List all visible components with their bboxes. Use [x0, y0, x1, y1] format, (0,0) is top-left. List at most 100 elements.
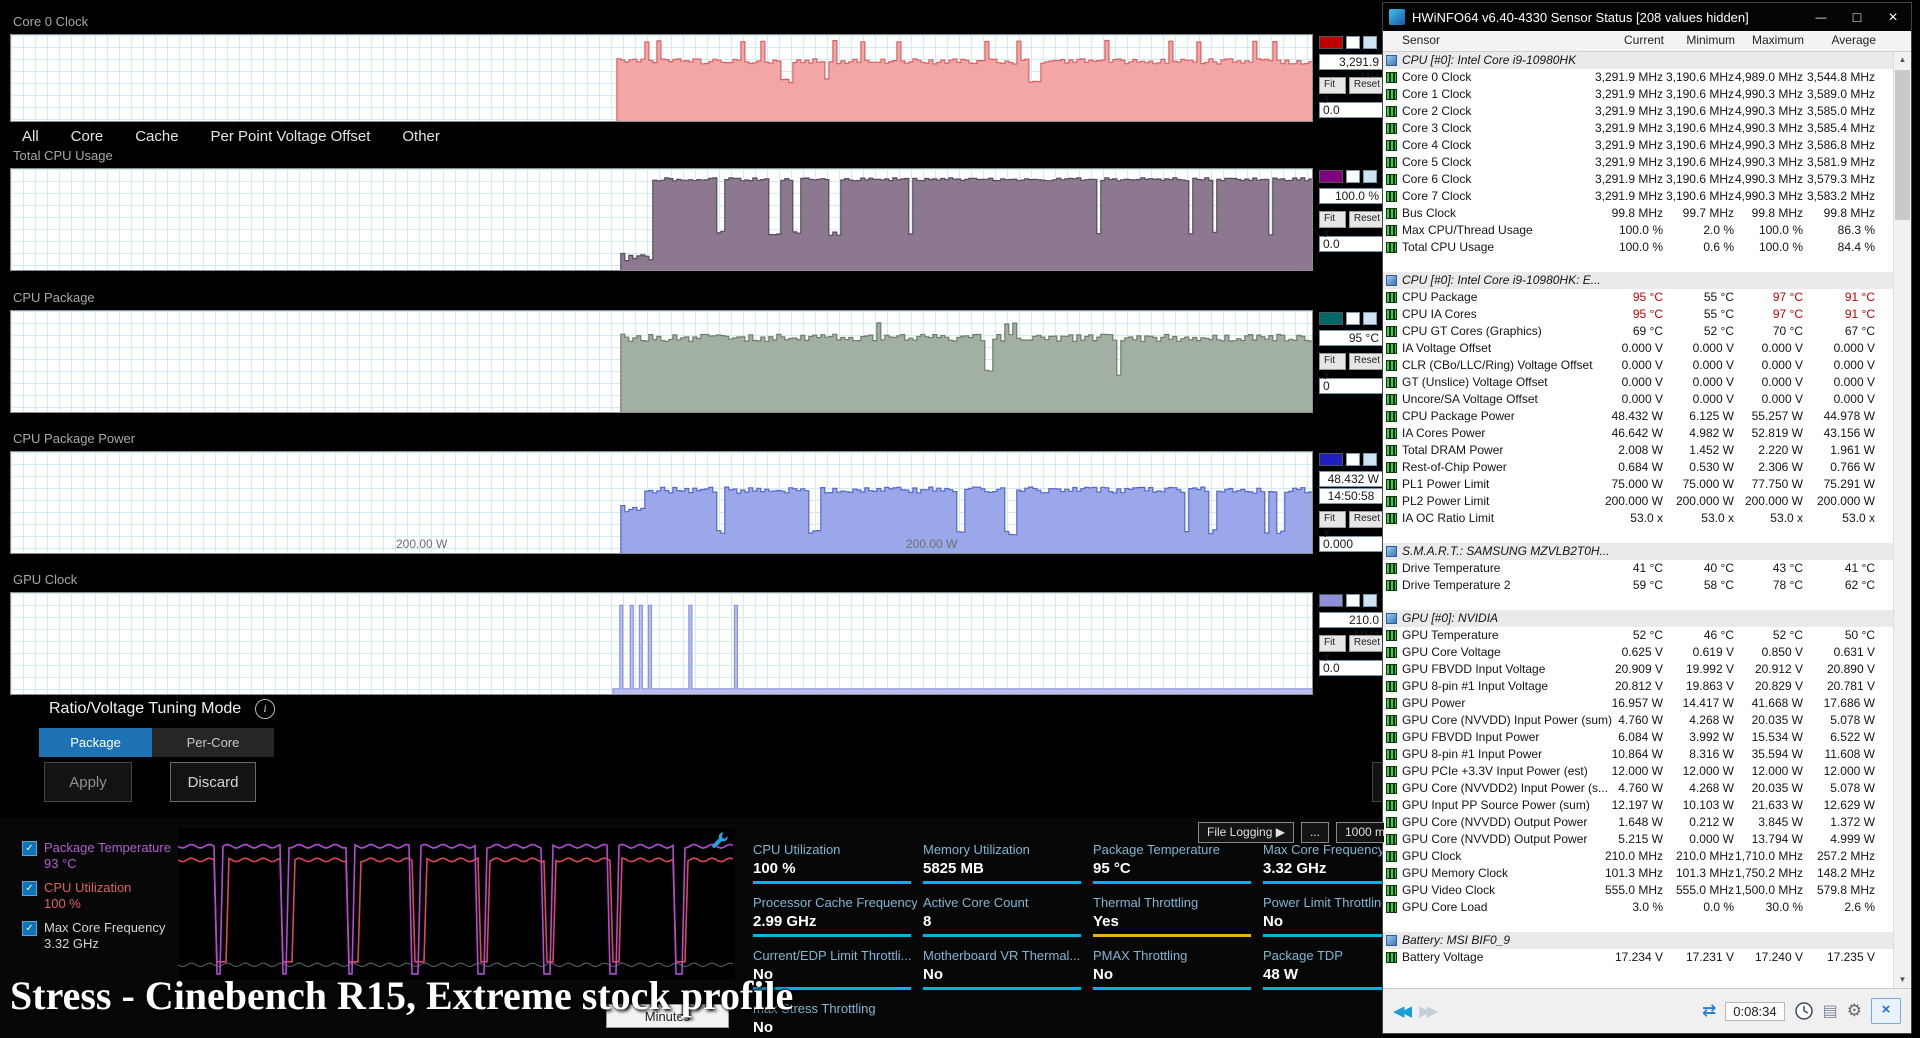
menu-item-cache[interactable]: Cache: [135, 128, 178, 145]
sensor-row[interactable]: Core 6 Clock 3,291.9 MHz 3,190.6 MHz 4,990.…: [1383, 171, 1893, 188]
sensor-row[interactable]: Bus Clock 99.8 MHz 99.7 MHz 99.8 MHz 99.8 MH…: [1383, 205, 1893, 222]
sensor-row[interactable]: PL2 Power Limit 200.000 W 200.000 W 200.000…: [1383, 493, 1893, 510]
graph-color-swatch[interactable]: [1319, 594, 1343, 607]
settings-gear-icon[interactable]: [1847, 1001, 1862, 1021]
sensor-row[interactable]: IA Voltage Offset 0.000 V 0.000 V 0.000 V 0.…: [1383, 340, 1893, 357]
graph-option-box[interactable]: [1346, 170, 1360, 183]
sensor-row[interactable]: GPU Video Clock 555.0 MHz 555.0 MHz 1,500.0…: [1383, 882, 1893, 899]
graph-min-field[interactable]: 0: [1319, 378, 1383, 394]
graph-min-field[interactable]: 0.0: [1319, 660, 1383, 676]
graph-color-swatch[interactable]: [1319, 453, 1343, 466]
sensor-row[interactable]: CPU Package Power 48.432 W 6.125 W 55.257 W…: [1383, 408, 1893, 425]
scroll-thumb[interactable]: [1895, 70, 1910, 220]
sensor-row[interactable]: Battery Voltage 17.234 V 17.231 V 17.240 V 1…: [1383, 949, 1893, 966]
fit-y-button[interactable]: Fit y: [1319, 353, 1346, 380]
sensor-row[interactable]: Drive Temperature 41 °C 40 °C 43 °C 41 °C: [1383, 560, 1893, 577]
scroll-down-icon[interactable]: [1894, 972, 1911, 988]
sensor-row[interactable]: Core 0 Clock 3,291.9 MHz 3,190.6 MHz 4,989.…: [1383, 69, 1893, 86]
graph-min-field[interactable]: 0.0: [1319, 236, 1383, 252]
sensor-row[interactable]: GT (Unslice) Voltage Offset 0.000 V 0.000 …: [1383, 374, 1893, 391]
sensor-section-row[interactable]: CPU [#0]: Intel Core i9-10980HK: E...: [1383, 272, 1893, 289]
sensor-row[interactable]: CLR (CBo/LLC/Ring) Voltage Offset 0.000 V…: [1383, 357, 1893, 374]
reset-button[interactable]: Reset: [1348, 635, 1384, 652]
sensor-row[interactable]: GPU Clock 210.0 MHz 210.0 MHz 1,710.0 MHz 25…: [1383, 848, 1893, 865]
col-sensor[interactable]: Sensor: [1402, 33, 1440, 47]
graph-option-box[interactable]: [1346, 36, 1360, 49]
col-maximum[interactable]: Maximum: [1752, 33, 1804, 47]
graph-option-box[interactable]: [1363, 453, 1377, 466]
apply-button[interactable]: Apply: [44, 762, 132, 802]
sensor-row[interactable]: Core 3 Clock 3,291.9 MHz 3,190.6 MHz 4,990.…: [1383, 120, 1893, 137]
sensor-row[interactable]: GPU 8-pin #1 Input Power 10.864 W 8.316 W 3…: [1383, 746, 1893, 763]
sensor-row[interactable]: Drive Temperature 2 59 °C 58 °C 78 °C 62 °C: [1383, 577, 1893, 594]
sensor-row[interactable]: PL1 Power Limit 75.000 W 75.000 W 77.750 W 7…: [1383, 476, 1893, 493]
fit-y-button[interactable]: Fit y: [1319, 211, 1346, 238]
sensor-row[interactable]: IA OC Ratio Limit 53.0 x 53.0 x 53.0 x 53.0 …: [1383, 510, 1893, 527]
wrench-icon[interactable]: [710, 830, 730, 850]
menu-item-per-point-voltage-offset[interactable]: Per Point Voltage Offset: [211, 128, 371, 145]
clock-icon[interactable]: [1794, 1001, 1814, 1021]
sensor-row[interactable]: GPU Power 16.957 W 14.417 W 41.668 W 17.686 …: [1383, 695, 1893, 712]
sensor-row[interactable]: CPU IA Cores 95 °C 55 °C 97 °C 91 °C: [1383, 306, 1893, 323]
sensor-section-row[interactable]: S.M.A.R.T.: SAMSUNG MZVLB2T0H...: [1383, 543, 1893, 560]
col-minimum[interactable]: Minimum: [1686, 33, 1735, 47]
sensor-row[interactable]: Rest-of-Chip Power 0.684 W 0.530 W 2.306 W 0…: [1383, 459, 1893, 476]
graph-option-box[interactable]: [1363, 312, 1377, 325]
sensor-row[interactable]: GPU Core (NVVDD2) Input Power (s... 4.760…: [1383, 780, 1893, 797]
graph-min-field[interactable]: 0.0: [1319, 102, 1383, 118]
sensor-section-row[interactable]: Battery: MSI BIF0_9: [1383, 932, 1893, 949]
sensor-row[interactable]: GPU Core (NVVDD) Output Power 5.215 W 0.00…: [1383, 831, 1893, 848]
sensor-row[interactable]: Total DRAM Power 2.008 W 1.452 W 2.220 W 1.9…: [1383, 442, 1893, 459]
history-back-icon[interactable]: [1393, 1002, 1408, 1020]
graph-min-field[interactable]: 0.000: [1319, 536, 1383, 552]
more-options-button[interactable]: ...: [1300, 822, 1329, 843]
sensor-row[interactable]: CPU Package 95 °C 55 °C 97 °C 91 °C: [1383, 289, 1893, 306]
scrollbar[interactable]: [1893, 52, 1911, 988]
sensor-row[interactable]: Total CPU Usage 100.0 % 0.6 % 100.0 % 84.4 %: [1383, 239, 1893, 256]
sensor-row[interactable]: GPU Core (NVVDD) Input Power (sum) 4.760 …: [1383, 712, 1893, 729]
tab-per-core[interactable]: Per-Core: [152, 728, 274, 757]
history-forward-icon[interactable]: [1419, 1002, 1434, 1020]
close-button[interactable]: [1875, 3, 1911, 32]
sensor-row[interactable]: GPU Core Voltage 0.625 V 0.619 V 0.850 V 0.6…: [1383, 644, 1893, 661]
checkbox-checked-icon[interactable]: [22, 881, 37, 896]
graph-option-box[interactable]: [1363, 594, 1377, 607]
graph-color-swatch[interactable]: [1319, 36, 1343, 49]
tab-package[interactable]: Package: [39, 728, 152, 757]
sensor-row[interactable]: GPU Temperature 52 °C 46 °C 52 °C 50 °C: [1383, 627, 1893, 644]
graph-option-box[interactable]: [1346, 594, 1360, 607]
sensor-row[interactable]: GPU PCIe +3.3V Input Power (est) 12.000 W…: [1383, 763, 1893, 780]
close-sensors-button[interactable]: [1871, 998, 1901, 1024]
sensor-row[interactable]: Core 2 Clock 3,291.9 MHz 3,190.6 MHz 4,990.…: [1383, 103, 1893, 120]
info-icon[interactable]: [255, 699, 275, 719]
hwinfo-titlebar[interactable]: HWiNFO64 v6.40-4330 Sensor Status [208 v…: [1383, 3, 1911, 31]
graph-color-swatch[interactable]: [1319, 170, 1343, 183]
menu-item-core[interactable]: Core: [71, 128, 104, 145]
menu-item-other[interactable]: Other: [402, 128, 440, 145]
sensor-row[interactable]: GPU Input PP Source Power (sum) 12.197 W 1…: [1383, 797, 1893, 814]
sensor-row[interactable]: GPU 8-pin #1 Input Voltage 20.812 V 19.863…: [1383, 678, 1893, 695]
sensor-row[interactable]: Core 7 Clock 3,291.9 MHz 3,190.6 MHz 4,990.…: [1383, 188, 1893, 205]
checkbox-checked-icon[interactable]: [22, 921, 37, 936]
fit-y-button[interactable]: Fit y: [1319, 635, 1346, 662]
col-current[interactable]: Current: [1624, 33, 1664, 47]
graph-color-swatch[interactable]: [1319, 312, 1343, 325]
sensor-section-row[interactable]: CPU [#0]: Intel Core i9-10980HK: [1383, 52, 1893, 69]
sensor-row[interactable]: CPU GT Cores (Graphics) 69 °C 52 °C 70 °C 67…: [1383, 323, 1893, 340]
sensor-row[interactable]: GPU Core (NVVDD) Output Power 1.648 W 0.21…: [1383, 814, 1893, 831]
sensor-row[interactable]: Core 1 Clock 3,291.9 MHz 3,190.6 MHz 4,990.…: [1383, 86, 1893, 103]
reset-button[interactable]: Reset: [1348, 211, 1384, 228]
sensor-row[interactable]: Uncore/SA Voltage Offset 0.000 V 0.000 V 0.…: [1383, 391, 1893, 408]
polling-interval-select[interactable]: 1000 ms: [1335, 822, 1384, 843]
report-icon[interactable]: [1823, 1001, 1838, 1021]
reset-button[interactable]: Reset: [1348, 77, 1384, 94]
sensor-row[interactable]: Core 4 Clock 3,291.9 MHz 3,190.6 MHz 4,990.…: [1383, 137, 1893, 154]
sensor-row[interactable]: GPU FBVDD Input Voltage 20.909 V 19.992 V 2…: [1383, 661, 1893, 678]
sensor-row[interactable]: Max CPU/Thread Usage 100.0 % 2.0 % 100.0 % 8…: [1383, 222, 1893, 239]
maximize-button[interactable]: [1839, 3, 1875, 31]
file-logging-button[interactable]: File Logging ▶: [1198, 822, 1294, 843]
sensor-row[interactable]: GPU FBVDD Input Power 6.084 W 3.992 W 15.53…: [1383, 729, 1893, 746]
scroll-up-icon[interactable]: [1894, 52, 1911, 68]
minimize-button[interactable]: [1803, 2, 1839, 32]
col-average[interactable]: Average: [1832, 33, 1876, 47]
